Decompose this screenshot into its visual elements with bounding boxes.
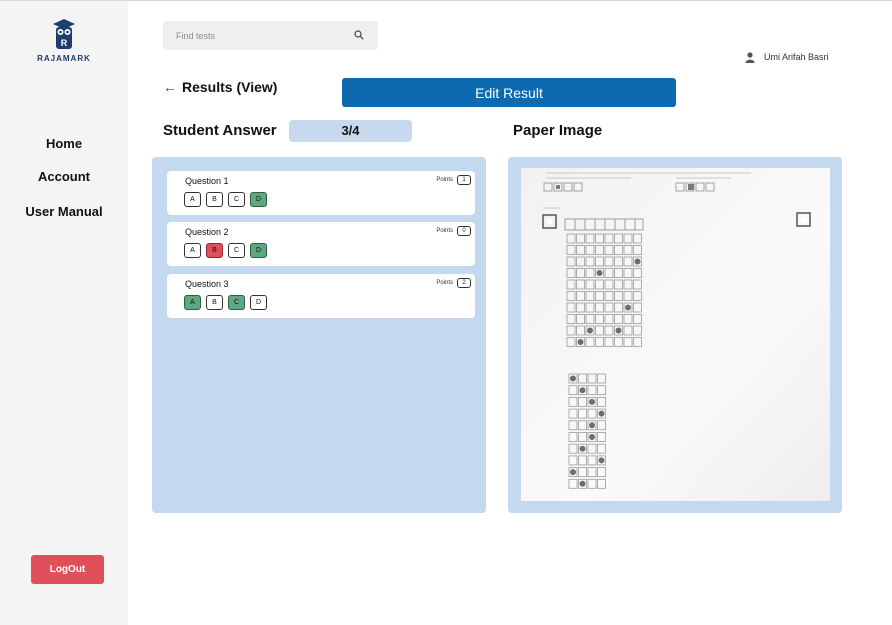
answer-sheet-image [521, 168, 830, 501]
arrow-left-icon: ← [163, 79, 177, 95]
user-icon [745, 51, 755, 63]
question-title: Question 2 [185, 227, 229, 237]
brand-logo[interactable]: R RAJAMARK [32, 19, 96, 63]
option-b[interactable]: B [206, 295, 223, 310]
question-card: Question 1 Points 1 A B C D [167, 171, 475, 215]
points-label: Points [436, 228, 453, 234]
nav-item-account[interactable]: Account [0, 169, 128, 184]
option-a[interactable]: A [184, 243, 201, 258]
user-profile[interactable]: Umi Arifah Basri [745, 50, 829, 64]
paper-image-title: Paper Image [513, 122, 603, 139]
option-c[interactable]: C [228, 243, 245, 258]
question-card: Question 2 Points 0 A B C D [167, 222, 475, 266]
brand-name: RAJAMARK [37, 54, 91, 63]
svg-text:R: R [61, 38, 68, 48]
points-value: 2 [457, 278, 471, 288]
points-indicator: Points 1 [436, 175, 471, 185]
page-title: Results (View) [182, 79, 278, 95]
edit-result-button[interactable]: Edit Result [342, 78, 676, 107]
owl-logo-icon: R [53, 19, 75, 49]
sidebar: R RAJAMARK Home Account User Manual LogO… [0, 1, 128, 625]
option-b-wrong[interactable]: B [206, 243, 223, 258]
points-indicator: Points 0 [436, 226, 471, 236]
option-c-correct[interactable]: C [228, 295, 245, 310]
option-d-correct[interactable]: D [250, 243, 267, 258]
question-card: Question 3 Points 2 A B C D [167, 274, 475, 318]
question-title: Question 1 [185, 176, 229, 186]
nav-item-user-manual[interactable]: User Manual [0, 204, 128, 219]
user-name: Umi Arifah Basri [764, 52, 829, 62]
score-badge: 3/4 [289, 120, 412, 142]
points-indicator: Points 2 [436, 278, 471, 288]
answer-options: A B C D [184, 243, 272, 258]
student-answer-title: Student Answer [163, 122, 277, 139]
logout-button[interactable]: LogOut [31, 555, 104, 584]
search-input[interactable] [163, 21, 353, 50]
answer-options: A B C D [184, 192, 272, 207]
back-link[interactable]: ← Results (View) [163, 79, 277, 95]
answer-options: A B C D [184, 295, 272, 310]
question-title: Question 3 [185, 279, 229, 289]
option-a-correct[interactable]: A [184, 295, 201, 310]
option-b[interactable]: B [206, 192, 223, 207]
option-d[interactable]: D [250, 295, 267, 310]
points-label: Points [436, 280, 453, 286]
option-d-correct[interactable]: D [250, 192, 267, 207]
search-bar [163, 21, 378, 50]
option-a[interactable]: A [184, 192, 201, 207]
points-value: 0 [457, 226, 471, 236]
search-icon[interactable] [354, 30, 364, 40]
option-c[interactable]: C [228, 192, 245, 207]
nav-item-home[interactable]: Home [0, 136, 128, 151]
top-divider [0, 0, 892, 1]
points-label: Points [436, 177, 453, 183]
points-value: 1 [457, 175, 471, 185]
